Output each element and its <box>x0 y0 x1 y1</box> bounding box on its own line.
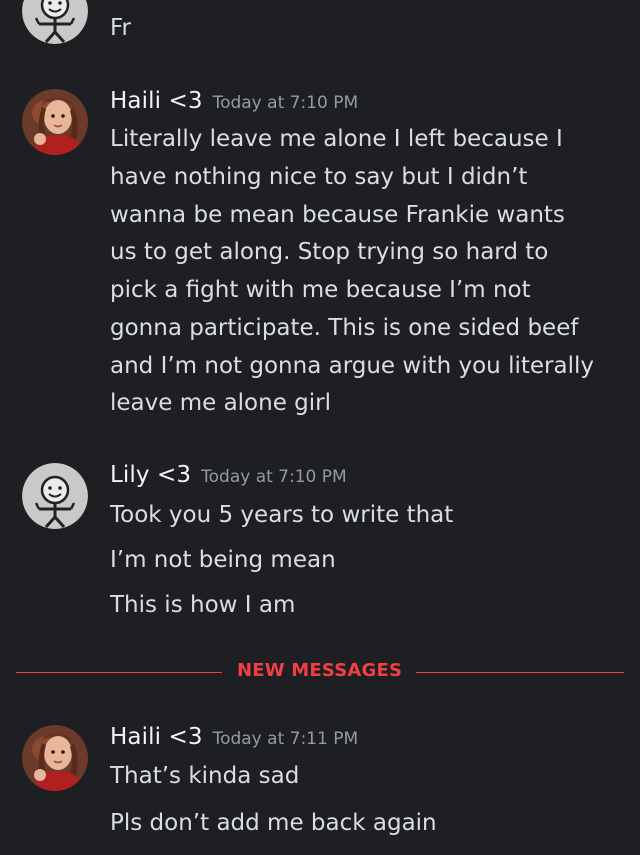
username[interactable]: Haili <3 <box>110 88 203 114</box>
divider-line-right <box>416 672 624 673</box>
message-header: Haili <3 Today at 7:11 PM <box>110 724 358 756</box>
message-line: Took you 5 years to write that <box>110 502 454 528</box>
message-line: wanna be mean because Frankie wants <box>110 202 565 228</box>
new-messages-divider: NEW MESSAGES <box>16 660 624 681</box>
avatar-haili[interactable] <box>22 89 88 155</box>
username[interactable]: Lily <3 <box>110 462 191 488</box>
message-line: us to get along. Stop trying so hard to <box>110 239 549 265</box>
message-line: leave me alone girl <box>110 390 332 416</box>
message-line: That’s kinda sad <box>110 763 300 789</box>
timestamp: Today at 7:11 PM <box>212 729 359 749</box>
stick-figure-face-icon <box>22 463 88 529</box>
avatar-haili[interactable] <box>22 725 88 791</box>
avatar-lily[interactable] <box>22 0 88 44</box>
message-header: Haili <3 Today at 7:10 PM <box>110 88 358 120</box>
message-line: Pls don’t add me back again <box>110 810 437 836</box>
message-line: Literally leave me alone I left because … <box>110 126 563 152</box>
message-line: and I’m not gonna argue with you literal… <box>110 353 594 379</box>
photo-avatar <box>22 725 88 791</box>
message-line: gonna participate. This is one sided bee… <box>110 315 579 341</box>
message-line: Fr <box>110 15 132 41</box>
avatar-lily[interactable] <box>22 463 88 529</box>
username[interactable]: Haili <3 <box>110 724 203 750</box>
message-line: I’m not being mean <box>110 547 336 573</box>
new-messages-label: NEW MESSAGES <box>237 660 403 681</box>
message-line: pick a fight with me because I’m not <box>110 277 531 303</box>
message-line: This is how I am <box>110 592 296 618</box>
photo-avatar <box>22 89 88 155</box>
chat-messages: Fr Haili <3 Today at 7:10 PM Literally le… <box>0 0 640 855</box>
stick-figure-face-icon <box>22 0 88 44</box>
message-header: Lily <3 Today at 7:10 PM <box>110 462 347 494</box>
timestamp: Today at 7:10 PM <box>201 467 347 487</box>
message-line: have nothing nice to say but I didn’t <box>110 164 528 190</box>
divider-line-left <box>16 672 222 673</box>
timestamp: Today at 7:10 PM <box>212 93 359 113</box>
